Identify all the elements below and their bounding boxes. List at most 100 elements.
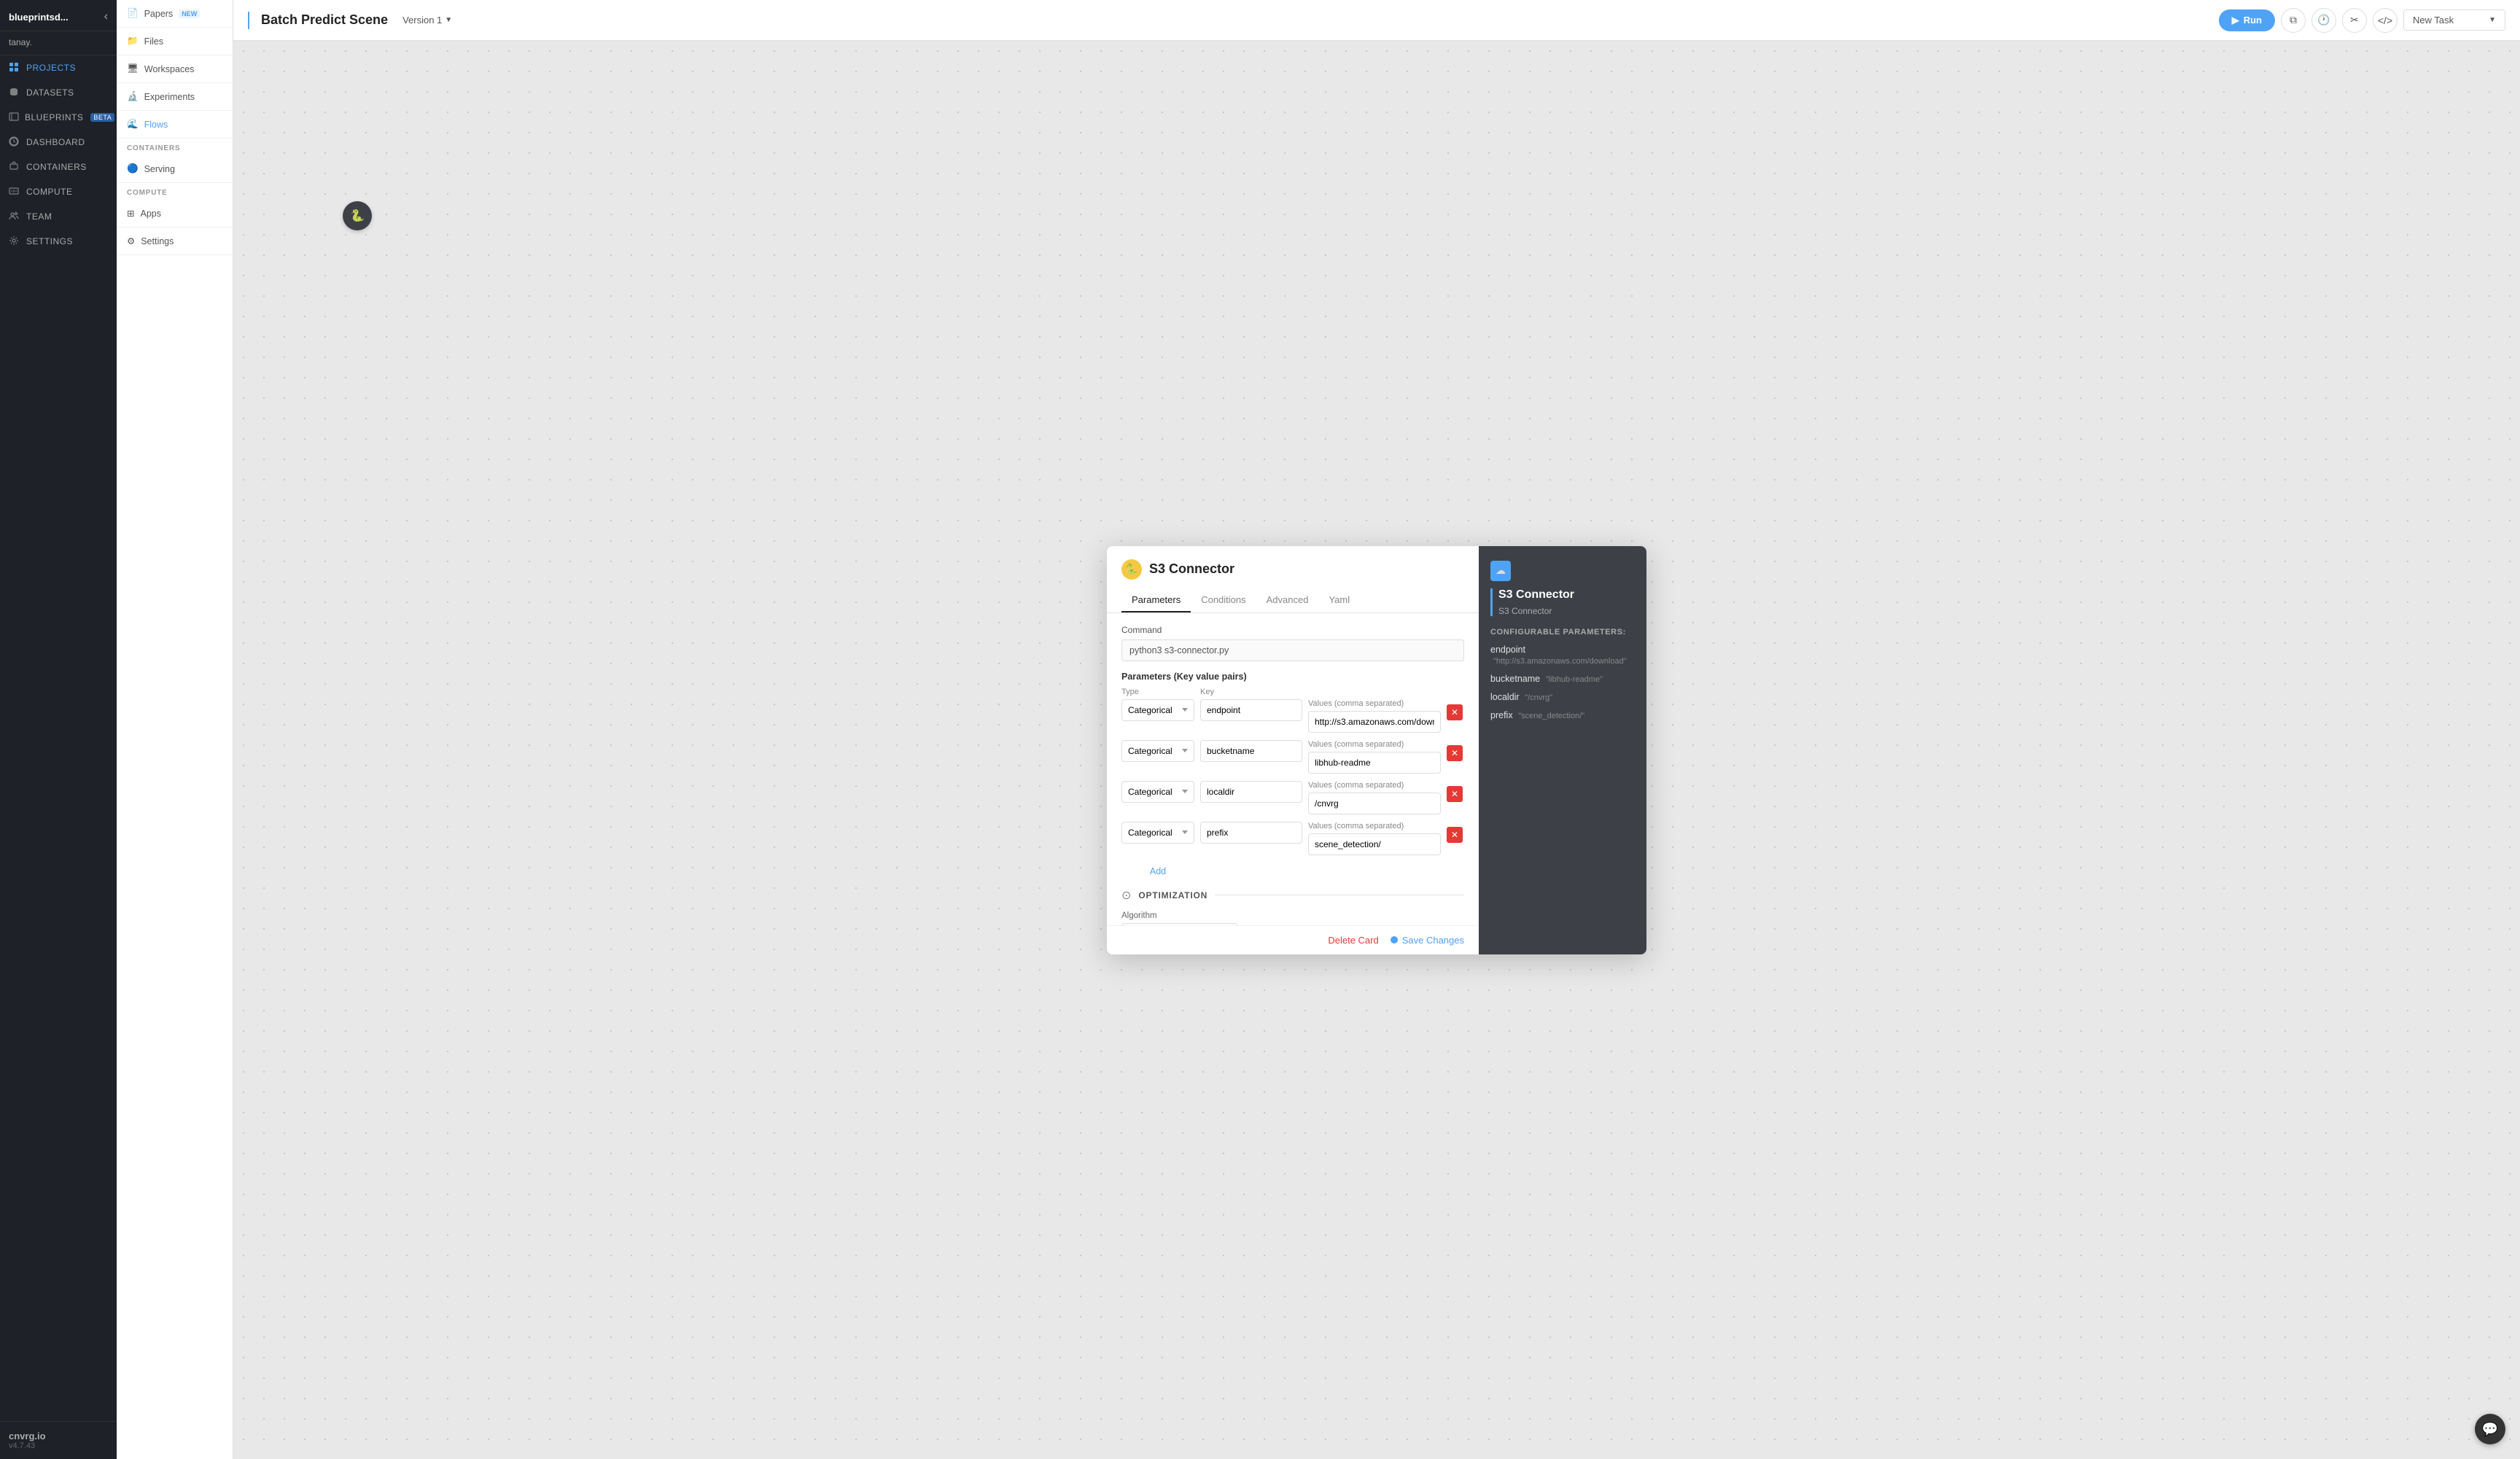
optimization-toggle-icon[interactable]: ⊙: [1121, 888, 1131, 903]
param-type-3[interactable]: Categorical: [1121, 781, 1194, 803]
sidebar-item-flows[interactable]: 🌊 Flows: [117, 111, 233, 139]
modal-title: S3 Connector: [1149, 561, 1234, 577]
sidebar-item-compute[interactable]: Compute: [0, 179, 117, 204]
canvas-area[interactable]: 🐍 🐍 S3 Connector Parameters Conditions: [233, 41, 2520, 1459]
run-button[interactable]: ▶ Run: [2219, 9, 2275, 31]
compute-section-label: COMPUTE: [117, 183, 233, 200]
topbar: Batch Predict Scene Version 1 ▼ ▶ Run ⧉ …: [233, 0, 2520, 41]
sidebar-item-serving[interactable]: 🔵 Serving: [117, 155, 233, 183]
col-key-header: Key: [1200, 688, 1302, 696]
scissors-button[interactable]: ✂: [2342, 8, 2367, 33]
param-type-1[interactable]: Categorical: [1121, 699, 1194, 721]
save-changes-button[interactable]: Save Changes: [1391, 935, 1464, 946]
right-panel-title: S3 Connector: [1498, 588, 1635, 602]
flows-label: Flows: [144, 120, 168, 130]
algorithm-label: Algorithm: [1121, 911, 1464, 920]
sidebar-item-files[interactable]: 📁 Files: [117, 28, 233, 55]
sidebar-item-experiments[interactable]: 🔬 Experiments: [117, 83, 233, 111]
command-input[interactable]: [1121, 639, 1464, 661]
sidebar-item-datasets[interactable]: Datasets: [0, 80, 117, 105]
delete-card-button[interactable]: Delete Card: [1328, 935, 1378, 946]
delete-param-1[interactable]: ✕: [1447, 704, 1463, 720]
settings-main-label: Settings: [26, 236, 73, 246]
param-key-3[interactable]: [1200, 781, 1302, 803]
param-row-1: Categorical Values (comma separated) ✕: [1121, 699, 1464, 733]
main-area: Batch Predict Scene Version 1 ▼ ▶ Run ⧉ …: [233, 0, 2520, 1459]
sidebar-footer: cnvrg.io v4.7.43: [0, 1421, 117, 1459]
tab-yaml[interactable]: Yaml: [1318, 588, 1360, 612]
sidebar-item-papers[interactable]: 📄 Papers NEW: [117, 0, 233, 28]
param-key-4[interactable]: [1200, 822, 1302, 844]
settings2-label: Settings: [141, 236, 174, 246]
version-selector[interactable]: Version 1 ▼: [397, 12, 458, 28]
code-button[interactable]: </>: [2373, 8, 2398, 33]
team-label: Team: [26, 211, 52, 222]
params-section: Parameters (Key value pairs) Type Key: [1121, 672, 1464, 876]
sidebar-item-projects[interactable]: Projects: [0, 55, 117, 80]
tab-conditions[interactable]: Conditions: [1191, 588, 1256, 612]
clock-button[interactable]: 🕐: [2311, 8, 2336, 33]
sidebar-item-workspaces[interactable]: 🖥 Workspaces: [117, 55, 233, 83]
values-label-3: Values (comma separated): [1308, 781, 1441, 790]
param-values-1[interactable]: [1308, 711, 1441, 733]
dashboard-icon: [9, 136, 20, 148]
footer-version: v4.7.43: [9, 1442, 108, 1450]
config-param-val-bucketname: "libhub-readme": [1546, 675, 1603, 684]
param-key-2[interactable]: [1200, 740, 1302, 762]
param-values-3[interactable]: [1308, 793, 1441, 814]
configurable-params-label: Configurable Parameters:: [1490, 628, 1635, 637]
param-values-col-2: Values (comma separated): [1308, 740, 1441, 774]
containers-section-label: CONTAINERS: [117, 139, 233, 155]
modal-footer: Delete Card Save Changes: [1107, 925, 1479, 954]
sidebar-item-apps[interactable]: ⊞ Apps: [117, 200, 233, 227]
blueprints-icon: [9, 112, 19, 123]
param-values-2[interactable]: [1308, 752, 1441, 774]
copy-button[interactable]: ⧉: [2281, 8, 2306, 33]
beta-badge: BETA: [90, 113, 114, 122]
right-panel-icon: ☁: [1490, 561, 1511, 581]
save-label: Save Changes: [1402, 935, 1464, 946]
datasets-label: Datasets: [26, 87, 74, 98]
param-values-col-4: Values (comma separated): [1308, 822, 1441, 855]
add-param-button[interactable]: Add: [1121, 866, 1194, 876]
topbar-divider: [248, 12, 249, 29]
param-values-col-1: Values (comma separated): [1308, 699, 1441, 733]
sidebar-item-team[interactable]: Team: [0, 204, 117, 229]
experiments-label: Experiments: [144, 92, 195, 102]
sidebar-item-dashboard[interactable]: Dashboard: [0, 130, 117, 155]
delete-param-3[interactable]: ✕: [1447, 786, 1463, 802]
workspaces-label: Workspaces: [144, 64, 195, 74]
left-sidebar: blueprintsd... ‹ tanay. Projects Dataset…: [0, 0, 117, 1459]
sidebar-item-settings2[interactable]: ⚙ Settings: [117, 227, 233, 255]
code-icon: </>: [2378, 15, 2392, 26]
optimization-label: OPTIMIZATION: [1138, 890, 1208, 900]
algorithm-group: Algorithm Grid Search Random Search Baye…: [1121, 911, 1464, 925]
modal-container: 🐍 S3 Connector Parameters Conditions Adv…: [1107, 546, 1646, 954]
delete-param-2[interactable]: ✕: [1447, 745, 1463, 761]
param-row-4: Categorical Values (comma separated) ✕ A…: [1121, 822, 1464, 876]
modal-icon: 🐍: [1121, 559, 1142, 580]
datasets-icon: [9, 87, 20, 98]
task-chevron-icon: ▼: [2489, 16, 2496, 24]
team-icon: [9, 211, 20, 222]
param-values-4[interactable]: [1308, 833, 1441, 855]
second-sidebar: 📄 Papers NEW 📁 Files 🖥 Workspaces 🔬 Expe…: [117, 0, 233, 1459]
sidebar-brand: blueprintsd...: [9, 12, 69, 23]
sidebar-item-settings[interactable]: Settings: [0, 229, 117, 254]
cloud-icon: ☁: [1496, 564, 1506, 577]
sidebar-collapse-icon[interactable]: ‹: [104, 10, 108, 23]
param-type-2[interactable]: Categorical: [1121, 740, 1194, 762]
sidebar-item-containers[interactable]: Containers: [0, 155, 117, 179]
param-type-4[interactable]: Categorical: [1121, 822, 1194, 844]
delete-param-4[interactable]: ✕: [1447, 827, 1463, 843]
projects-icon: [9, 62, 20, 74]
compute-label: Compute: [26, 187, 73, 197]
param-key-1[interactable]: [1200, 699, 1302, 721]
tab-advanced[interactable]: Advanced: [1256, 588, 1319, 612]
config-param-prefix: prefix "scene_detection/": [1490, 709, 1635, 720]
task-selector[interactable]: New Task ▼: [2403, 9, 2505, 31]
sidebar-item-blueprints[interactable]: Blueprints BETA: [0, 105, 117, 130]
play-icon: ▶: [2232, 15, 2239, 26]
modal-left-panel: 🐍 S3 Connector Parameters Conditions Adv…: [1107, 546, 1479, 954]
tab-parameters[interactable]: Parameters: [1121, 588, 1191, 612]
